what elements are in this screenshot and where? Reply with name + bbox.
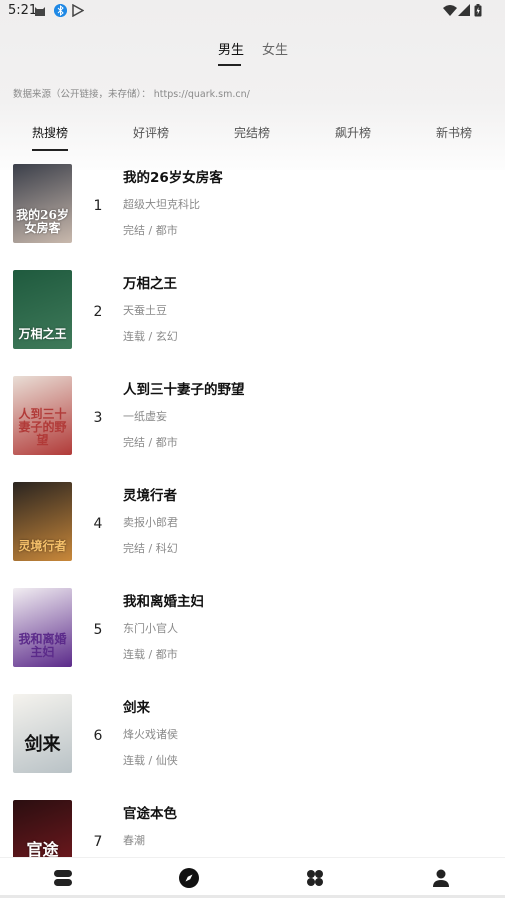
book-cover[interactable]: 我和离婚主妇 — [13, 588, 72, 667]
gender-tab-indicator — [218, 64, 241, 66]
rank-number: 5 — [93, 622, 103, 638]
book-title[interactable]: 剑来 — [123, 696, 150, 716]
status-time: 5:21 — [8, 3, 38, 18]
book-cover[interactable]: 剑来 — [13, 694, 72, 773]
tab-rising[interactable]: 飙升榜 — [323, 124, 383, 141]
bluetooth-icon — [54, 4, 67, 17]
rank-number: 6 — [93, 728, 103, 744]
compass-icon[interactable] — [177, 866, 201, 890]
bottom-nav — [0, 857, 505, 898]
book-author: 卖报小郎君 — [123, 516, 178, 529]
book-cover[interactable]: 我的26岁女房客 — [13, 164, 72, 243]
header-background — [0, 0, 505, 170]
list-item[interactable]: 人到三十妻子的野望 3 人到三十妻子的野望 一纸虚妄 完结 / 都市 — [0, 372, 505, 478]
book-author: 烽火戏诸侯 — [123, 728, 178, 741]
book-author: 东门小官人 — [123, 622, 178, 635]
book-cover[interactable]: 灵境行者 — [13, 482, 72, 561]
list-item[interactable]: 剑来 6 剑来 烽火戏诸侯 连载 / 仙侠 — [0, 690, 505, 796]
rank-number: 4 — [93, 516, 103, 532]
rank-number: 3 — [93, 410, 103, 426]
book-meta: 完结 / 科幻 — [123, 542, 178, 555]
list-item[interactable]: 万相之王 2 万相之王 天蚕土豆 连载 / 玄幻 — [0, 266, 505, 372]
rank-tab-indicator — [32, 149, 68, 151]
rank-number: 7 — [93, 834, 103, 850]
book-title[interactable]: 万相之王 — [123, 272, 177, 292]
book-author: 天蚕土豆 — [123, 304, 167, 317]
tab-male[interactable]: 男生 — [218, 39, 244, 58]
book-author: 春潮 — [123, 834, 145, 847]
cover-title: 我的26岁女房客 — [16, 208, 69, 235]
wifi-icon — [443, 5, 457, 16]
list-item[interactable]: 灵境行者 4 灵境行者 卖报小郎君 完结 / 科幻 — [0, 478, 505, 584]
book-cover[interactable]: 官途 — [13, 800, 72, 857]
book-list[interactable]: 我的26岁女房客 1 我的26岁女房客 超级大坦克科比 完结 / 都市 万相之王… — [0, 160, 505, 857]
book-cover[interactable]: 万相之王 — [13, 270, 72, 349]
book-title[interactable]: 官途本色 — [123, 802, 177, 822]
book-author: 超级大坦克科比 — [123, 198, 200, 211]
cover-title: 万相之王 — [18, 327, 67, 341]
list-item[interactable]: 官途 7 官途本色 春潮 — [0, 796, 505, 857]
tab-top-rated[interactable]: 好评榜 — [121, 124, 181, 141]
book-meta: 连载 / 都市 — [123, 648, 178, 661]
book-meta: 完结 / 都市 — [123, 224, 178, 237]
book-meta: 连载 / 仙侠 — [123, 754, 178, 767]
tab-new-books[interactable]: 新书榜 — [424, 124, 484, 141]
cat-icon — [35, 7, 45, 16]
tab-female[interactable]: 女生 — [262, 39, 288, 58]
profile-icon[interactable] — [429, 866, 453, 890]
book-author: 一纸虚妄 — [123, 410, 167, 423]
book-title[interactable]: 我的26岁女房客 — [123, 166, 223, 186]
book-meta: 完结 / 都市 — [123, 436, 178, 449]
battery-icon — [474, 4, 482, 17]
book-meta: 连载 / 玄幻 — [123, 330, 178, 343]
rank-number: 2 — [93, 304, 103, 320]
book-cover[interactable]: 人到三十妻子的野望 — [13, 376, 72, 455]
play-store-icon — [72, 4, 84, 17]
cover-title: 人到三十妻子的野望 — [18, 407, 67, 447]
bookshelf-icon[interactable] — [51, 866, 75, 890]
status-bar: 5:21 — [0, 0, 505, 22]
cover-title: 灵境行者 — [18, 539, 67, 553]
book-title[interactable]: 我和离婚主妇 — [123, 590, 204, 610]
tab-hot-search[interactable]: 热搜榜 — [20, 124, 80, 141]
cover-title: 剑来 — [24, 734, 61, 755]
list-item[interactable]: 我和离婚主妇 5 我和离婚主妇 东门小官人 连载 / 都市 — [0, 584, 505, 690]
category-icon[interactable] — [303, 866, 327, 890]
rank-number: 1 — [93, 198, 103, 214]
cover-title: 我和离婚主妇 — [18, 632, 67, 659]
tab-completed[interactable]: 完结榜 — [222, 124, 282, 141]
source-note: 数据来源（公开链接，未存储）： https://quark.sm.cn/ — [13, 89, 250, 100]
book-title[interactable]: 人到三十妻子的野望 — [123, 378, 245, 398]
book-title[interactable]: 灵境行者 — [123, 484, 177, 504]
signal-icon — [458, 4, 470, 16]
list-item[interactable]: 我的26岁女房客 1 我的26岁女房客 超级大坦克科比 完结 / 都市 — [0, 160, 505, 266]
cover-title: 官途 — [26, 840, 59, 858]
